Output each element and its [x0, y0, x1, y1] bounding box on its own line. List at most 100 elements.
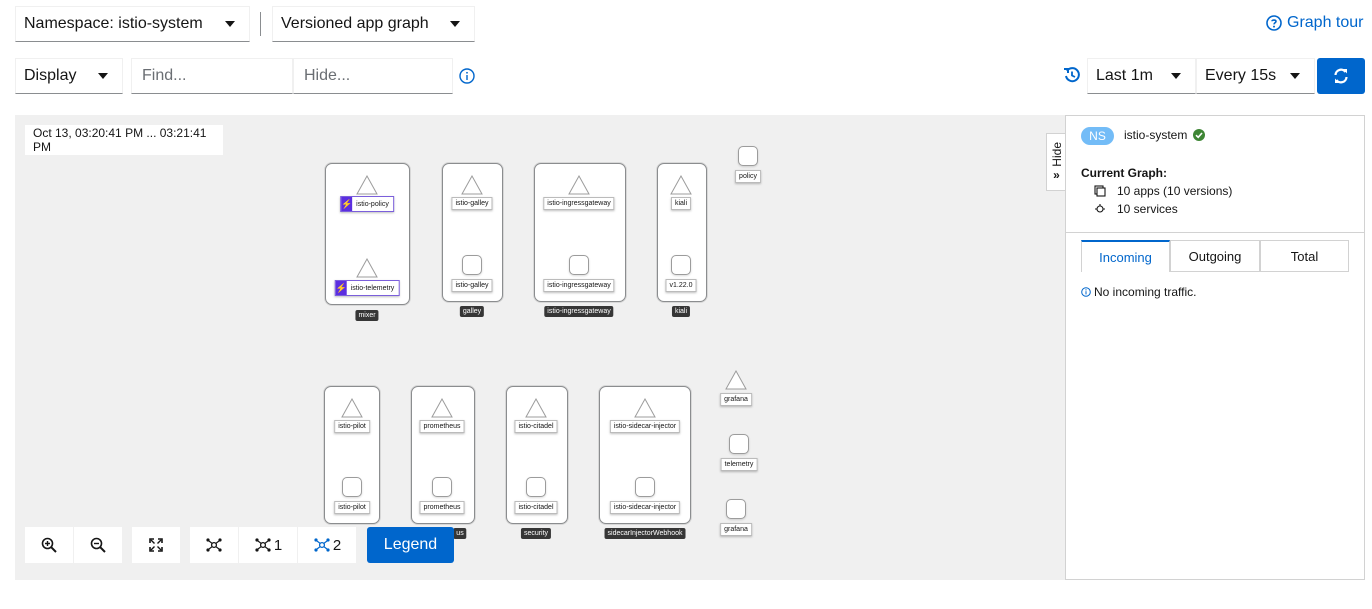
zoom-out-icon	[90, 537, 106, 553]
node-label-grafana-app: grafana	[720, 393, 752, 406]
service-node-istio-ingressgateway[interactable]	[569, 255, 589, 275]
layout-default-button[interactable]	[190, 527, 238, 563]
app-node-istio-policy[interactable]	[356, 175, 378, 195]
tab-outgoing[interactable]: Outgoing	[1170, 240, 1260, 272]
node-label-galley-service: istio-galley	[451, 279, 493, 292]
version-bolt-icon: ⚡	[336, 281, 347, 295]
app-node-kiali[interactable]	[670, 175, 692, 195]
chevron-down-icon	[1290, 73, 1300, 79]
toolbar-divider	[260, 12, 261, 36]
zoom-in-icon	[41, 537, 57, 553]
node-label-kiali-version: v1.22.0	[665, 279, 697, 292]
summary-panel: NS istio-system Current Graph: 10 apps (…	[1065, 115, 1365, 580]
app-node-istio-galley[interactable]	[461, 175, 483, 195]
tab-outgoing-label: Outgoing	[1188, 248, 1242, 264]
timestamp-text: Oct 13, 03:20:41 PM ... 03:21:41 PM	[33, 126, 207, 154]
app-node-prometheus[interactable]	[431, 398, 453, 418]
service-node-prometheus[interactable]	[432, 477, 452, 497]
layout-2-label: 2	[332, 536, 342, 554]
zoom-out-button[interactable]	[74, 527, 122, 563]
namespace-label: Namespace: istio-system	[24, 15, 203, 32]
tab-incoming[interactable]: Incoming	[1081, 240, 1170, 272]
graph-type-dropdown[interactable]: Versioned app graph	[272, 6, 475, 42]
ns-badge-text: NS	[1089, 129, 1106, 143]
app-node-istio-ingressgateway[interactable]	[568, 175, 590, 195]
apps-count-text: 10 apps (10 versions)	[1117, 184, 1233, 198]
hide-panel-toggle[interactable]: Hide »	[1046, 133, 1066, 191]
no-traffic-text: No incoming traffic.	[1094, 285, 1197, 299]
display-label: Display	[24, 67, 77, 84]
chevron-down-icon	[1171, 73, 1181, 79]
tab-total[interactable]: Total	[1260, 240, 1349, 272]
node-label-injector-app: istio-sidecar-injector	[609, 420, 681, 433]
find-input[interactable]	[131, 58, 293, 94]
chevron-down-icon	[450, 21, 460, 27]
hide-input[interactable]	[293, 58, 453, 94]
chevron-down-icon	[98, 73, 108, 79]
node-label-galley-app: istio-galley	[451, 197, 493, 210]
group-label-prometheus: us	[453, 528, 467, 539]
node-label-grafana-service: grafana	[720, 523, 752, 536]
layout-1-button[interactable]: 1	[239, 527, 297, 563]
service-node-istio-sidecar-injector[interactable]	[635, 477, 655, 497]
service-node-istio-pilot[interactable]	[342, 477, 362, 497]
node-label-prometheus-service: prometheus	[419, 501, 465, 514]
layout-1-label: 1	[273, 536, 283, 554]
app-node-istio-pilot[interactable]	[341, 398, 363, 418]
node-label-injector-service: istio-sidecar-injector	[609, 501, 681, 514]
tab-total-label: Total	[1290, 248, 1319, 264]
app-node-istio-telemetry[interactable]	[356, 258, 378, 278]
topology-icon	[206, 538, 222, 552]
tab-incoming-label: Incoming	[1099, 249, 1152, 265]
workload-node-kiali[interactable]	[671, 255, 691, 275]
node-label-pilot-service: istio-pilot	[334, 501, 370, 514]
graph-tour-link[interactable]: Graph tour	[1266, 14, 1363, 32]
service-node-grafana[interactable]	[726, 499, 746, 519]
graph-timestamp: Oct 13, 03:20:41 PM ... 03:21:41 PM	[25, 125, 223, 155]
app-node-grafana[interactable]	[725, 370, 747, 390]
display-dropdown[interactable]: Display	[15, 58, 123, 94]
check-circle-icon	[1193, 129, 1206, 141]
legend-label: Legend	[383, 536, 438, 553]
node-label-ingress-app: istio-ingressgateway	[543, 197, 615, 210]
chevron-down-icon	[225, 21, 235, 27]
apps-icon	[1094, 185, 1106, 197]
node-label-telemetry: telemetry	[720, 458, 758, 471]
double-chevron-right-icon: »	[1053, 168, 1060, 183]
service-node-policy[interactable]	[738, 146, 758, 166]
panel-namespace[interactable]: istio-system	[1124, 128, 1206, 142]
version-bolt-icon: ⚡	[341, 197, 352, 211]
node-label-citadel-service: istio-citadel	[514, 501, 558, 514]
refresh-interval-dropdown[interactable]: Every 15s	[1196, 58, 1315, 94]
topology-icon	[314, 538, 330, 552]
node-label-istio-telemetry: ⚡ istio-telemetry	[334, 280, 400, 296]
panel-namespace-text: istio-system	[1124, 128, 1188, 142]
service-node-istio-citadel[interactable]	[526, 477, 546, 497]
service-node-telemetry[interactable]	[729, 434, 749, 454]
duration-dropdown[interactable]: Last 1m	[1087, 58, 1196, 94]
node-label-pilot-app: istio-pilot	[334, 420, 370, 433]
no-traffic-message: No incoming traffic.	[1081, 285, 1197, 299]
app-node-istio-citadel[interactable]	[525, 398, 547, 418]
app-node-istio-sidecar-injector[interactable]	[634, 398, 656, 418]
group-label-security: security	[520, 528, 552, 539]
node-label-ingress-service: istio-ingressgateway	[543, 279, 615, 292]
layout-2-button[interactable]: 2	[298, 527, 356, 563]
history-icon[interactable]	[1063, 66, 1081, 84]
node-label-citadel-app: istio-citadel	[514, 420, 558, 433]
service-node-istio-galley[interactable]	[462, 255, 482, 275]
current-graph-heading: Current Graph:	[1081, 166, 1168, 180]
services-count-text: 10 services	[1117, 202, 1178, 216]
graph-type-label: Versioned app graph	[281, 15, 429, 32]
group-label-ingressgateway: istio-ingressgateway	[544, 306, 614, 317]
namespace-dropdown[interactable]: Namespace: istio-system	[15, 6, 250, 42]
refresh-button[interactable]	[1317, 58, 1365, 94]
legend-button[interactable]: Legend	[367, 527, 454, 563]
panel-divider	[1066, 232, 1364, 233]
info-icon[interactable]	[459, 68, 475, 84]
node-label-kiali-app: kiali	[670, 197, 692, 210]
fit-to-screen-button[interactable]	[132, 527, 180, 563]
topology-icon	[255, 538, 271, 552]
zoom-in-button[interactable]	[25, 527, 73, 563]
apps-count: 10 apps (10 versions)	[1094, 184, 1232, 198]
